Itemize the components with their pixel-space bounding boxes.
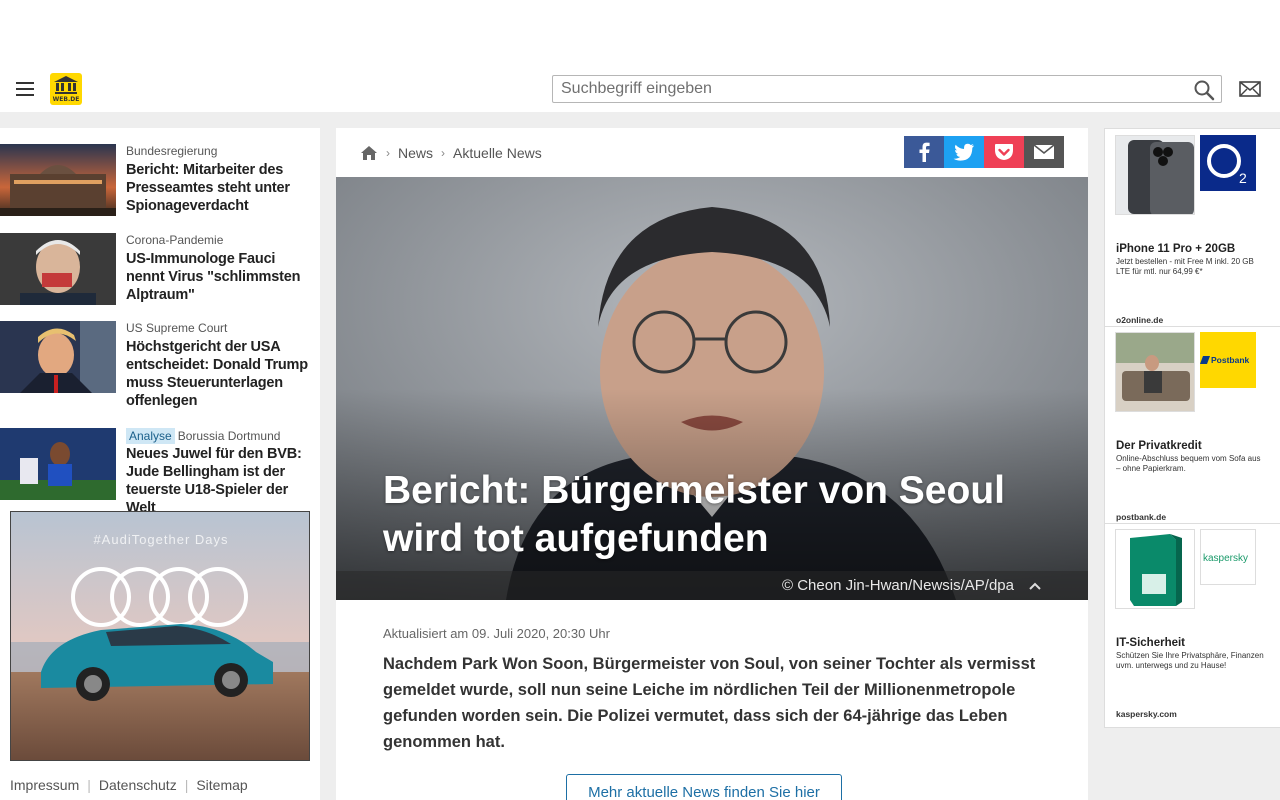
- photo-credit: © Cheon Jin-Hwan/Newsis/AP/dpa: [782, 577, 1014, 594]
- facebook-icon: [919, 142, 930, 162]
- o2-logo: 2: [1200, 135, 1256, 191]
- breadcrumb: › News › Aktuelle News: [360, 144, 542, 162]
- ad-domain: o2online.de: [1116, 315, 1164, 325]
- teaser-kicker: Bundesregierung: [126, 144, 218, 158]
- footer-separator: |: [87, 777, 91, 793]
- teaser-kicker: Analyse Borussia Dortmund: [126, 428, 280, 444]
- news-teaser[interactable]: Corona-Pandemie US-Immunologe Fauci nenn…: [0, 233, 320, 305]
- ad-text: Schützen Sie Ihre Privatsphäre, Finanzen…: [1116, 651, 1264, 670]
- teaser-headline[interactable]: US-Immunologe Fauci nennt Virus "schlimm…: [126, 250, 316, 304]
- article-main: › News › Aktuelle News Bericht: Bürgerme…: [336, 128, 1088, 800]
- teaser-image: [0, 428, 116, 500]
- ad-title: Der Privatkredit: [1116, 440, 1202, 452]
- search-icon[interactable]: [1193, 79, 1215, 101]
- ad-hashtag: #AudiTogether Days: [93, 532, 229, 547]
- kaspersky-logo: kaspersky: [1200, 529, 1256, 585]
- sitemap-link[interactable]: Sitemap: [196, 777, 247, 793]
- kaspersky-ad[interactable]: kaspersky IT-Sicherheit Schützen Sie Ihr…: [1105, 523, 1280, 719]
- svg-text:2: 2: [1239, 170, 1247, 186]
- bank-building-icon: [54, 76, 78, 94]
- teaser-headline[interactable]: Höchstgericht der USA entscheidet: Donal…: [126, 338, 316, 410]
- ad-title: IT-Sicherheit: [1116, 637, 1186, 649]
- facebook-share-button[interactable]: [904, 136, 944, 168]
- impressum-link[interactable]: Impressum: [10, 777, 79, 793]
- webde-logo[interactable]: WEB.DE: [50, 73, 82, 105]
- search-input[interactable]: [553, 76, 1173, 102]
- news-teaser[interactable]: Bundesregierung Bericht: Mitarbeiter des…: [0, 144, 320, 216]
- chevron-right-icon: ›: [441, 146, 446, 160]
- teaser-kicker-text: Borussia Dortmund: [177, 429, 281, 443]
- ad-text: Online-Abschluss bequem vom Sofa aus – o…: [1116, 454, 1261, 473]
- more-news-button[interactable]: Mehr aktuelle News finden Sie hier: [566, 774, 842, 800]
- sofa-image: [1115, 332, 1195, 412]
- envelope-icon: [1033, 144, 1055, 159]
- o2-ad[interactable]: 2 iPhone 11 Pro + 20GB Jetzt bestellen -…: [1105, 129, 1280, 325]
- photo-caption-bar: © Cheon Jin-Hwan/Newsis/AP/dpa: [336, 571, 1088, 600]
- software-box-image: [1115, 529, 1195, 609]
- search-box: [552, 75, 1222, 103]
- mail-icon[interactable]: [1239, 80, 1261, 98]
- pocket-share-button[interactable]: [984, 136, 1024, 168]
- hamburger-menu-icon[interactable]: [14, 80, 36, 98]
- news-teaser[interactable]: Analyse Borussia Dortmund Neues Juwel für…: [0, 428, 320, 516]
- article-lead: Nachdem Park Won Soon, Bürgermeister von…: [383, 655, 1036, 751]
- logo-text: WEB.DE: [52, 96, 80, 103]
- postbank-logo: Postbank: [1200, 332, 1256, 388]
- audi-ad-image: [11, 512, 309, 760]
- teaser-headline[interactable]: Bericht: Mitarbeiter des Presseamtes ste…: [126, 161, 316, 215]
- teaser-image: [0, 321, 116, 393]
- chevron-up-icon[interactable]: [1028, 579, 1042, 593]
- hero-image: Bericht: Bürgermeister von Seoul wird to…: [336, 177, 1088, 600]
- ad-domain: kaspersky.com: [1116, 709, 1177, 719]
- ad-text: Jetzt bestellen - mit Free M inkl. 20 GB…: [1116, 257, 1254, 276]
- svg-text:Postbank: Postbank: [1211, 355, 1250, 365]
- audi-ad-banner[interactable]: #AudiTogether Days: [10, 511, 310, 761]
- postbank-ad[interactable]: Postbank Der Privatkredit Online-Abschlu…: [1105, 326, 1280, 522]
- top-bar: WEB.DE: [0, 0, 1280, 112]
- analysis-badge: Analyse: [126, 428, 175, 444]
- mail-share-button[interactable]: [1024, 136, 1064, 168]
- teaser-image: [0, 233, 116, 305]
- ad-domain: postbank.de: [1116, 512, 1167, 522]
- article-title: Bericht: Bürgermeister von Seoul wird to…: [383, 469, 1005, 560]
- footer-separator: |: [184, 777, 189, 793]
- teaser-kicker: US Supreme Court: [126, 321, 228, 335]
- right-ad-column: 2 iPhone 11 Pro + 20GB Jetzt bestellen -…: [1104, 128, 1280, 728]
- teaser-kicker: Corona-Pandemie: [126, 233, 224, 247]
- iphone-image: [1115, 135, 1195, 215]
- share-bar: [904, 136, 1064, 168]
- teaser-headline[interactable]: Neues Juwel für den BVB: Jude Bellingham…: [126, 445, 316, 517]
- datenschutz-link[interactable]: Datenschutz: [99, 777, 177, 793]
- left-sidebar: Bundesregierung Bericht: Mitarbeiter des…: [0, 128, 320, 800]
- chevron-right-icon: ›: [386, 146, 390, 160]
- footer-links: Impressum | Datenschutz | Sitemap: [10, 777, 248, 793]
- breadcrumb-aktuelle-news[interactable]: Aktuelle News: [453, 145, 542, 161]
- svg-text:kaspersky: kaspersky: [1203, 553, 1248, 564]
- home-icon[interactable]: [360, 145, 378, 161]
- article-updated-date: Aktualisiert am 09. Juli 2020, 20:30 Uhr: [383, 626, 610, 641]
- twitter-icon: [953, 143, 974, 161]
- teaser-image: [0, 144, 116, 216]
- breadcrumb-news[interactable]: News: [398, 145, 433, 161]
- twitter-share-button[interactable]: [944, 136, 984, 168]
- pocket-icon: [995, 144, 1013, 160]
- news-teaser[interactable]: US Supreme Court Höchstgericht der USA e…: [0, 321, 320, 411]
- ad-title: iPhone 11 Pro + 20GB: [1116, 243, 1236, 255]
